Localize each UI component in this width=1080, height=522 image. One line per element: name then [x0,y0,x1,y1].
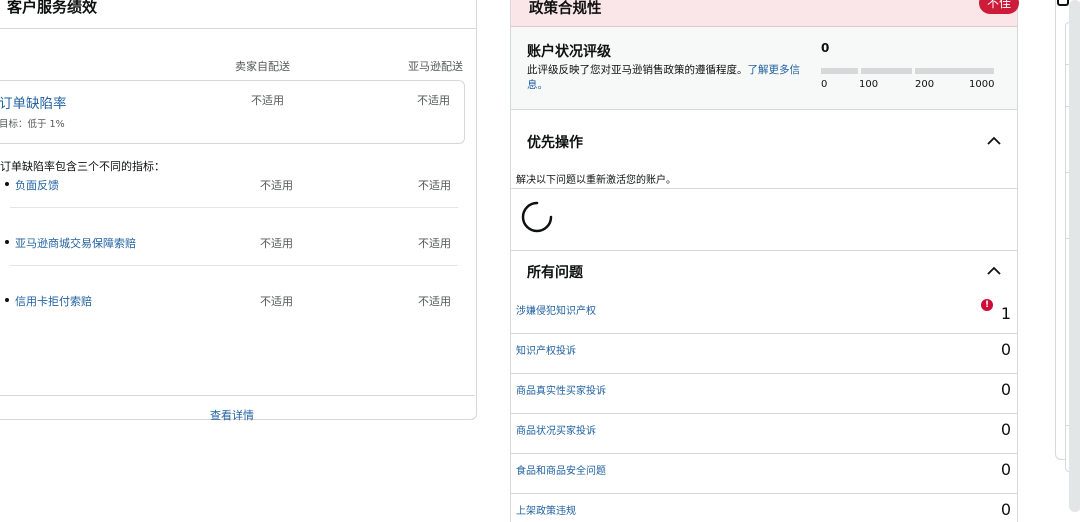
issue-label[interactable]: 商品真实性买家投诉 [516,382,606,397]
metric-seller-value: 不适用 [260,237,293,250]
metric-row: 亚马逊商城交易保障索赔 不适用 不适用 [0,235,460,293]
view-details-link[interactable]: 查看详情 [210,407,254,423]
policy-compliance-title: 政策合规性 [529,1,602,17]
issue-row-food-safety[interactable]: 食品和商品安全问题 0 [511,454,1017,494]
account-health-description: 此评级反映了您对亚马逊销售政策的遵循程度。了解更多信息。 [527,63,807,93]
all-issues-title: 所有问题 [527,265,583,281]
issue-label[interactable]: 食品和商品安全问题 [516,462,606,477]
rating-bar-segment [821,68,858,74]
bullet-icon [5,240,9,244]
section-divider [511,250,1017,251]
metric-amazon-value: 不适用 [418,237,451,250]
column-header-amazon-fulfilled: 亚马逊配送 [408,60,463,73]
customer-service-title: 客户服务绩效 [0,0,476,29]
chevron-up-icon[interactable] [985,264,1003,278]
issue-row-listing-policy[interactable]: 上架政策违规 0 [511,494,1017,522]
account-health-desc-text: 此评级反映了您对亚马逊销售政策的遵循程度。 [527,64,748,76]
metric-link-chargeback-claims[interactable]: 信用卡拒付索赔 [15,293,92,309]
priority-actions-description: 解决以下问题以重新激活您的账户。 [516,175,676,186]
odr-amazon-value: 不适用 [417,94,450,107]
issue-count: 0 [1000,340,1011,359]
issue-label[interactable]: 商品状况买家投诉 [516,422,596,437]
odr-intro-text: 订单缺陷率包含三个不同的指标： [0,160,165,173]
loading-spinner-icon [521,201,553,233]
vertical-scrollbar[interactable] [1069,0,1080,512]
card-footer-divider [0,395,475,396]
rating-tick-label: 100 [859,79,879,90]
rating-tick-label: 1000 [969,79,995,90]
bullet-icon [5,182,9,186]
status-badge: 不佳 [979,0,1020,14]
policy-compliance-header: 政策合规性 不佳 [511,0,1020,27]
metric-amazon-value: 不适用 [418,295,451,308]
odr-seller-value: 不适用 [251,94,284,107]
rating-bar-segment [915,68,994,74]
all-issues-header[interactable]: 所有问题 [511,252,1017,288]
panel-edge-icon [1057,0,1069,6]
metric-row: 信用卡拒付索赔 不适用 不适用 [0,293,460,351]
section-divider [511,188,1017,189]
issue-row-authenticity-complaints[interactable]: 商品真实性买家投诉 0 [511,374,1017,414]
issue-label[interactable]: 知识产权投诉 [516,342,576,357]
issue-row-ip-complaints[interactable]: 知识产权投诉 0 [511,334,1017,374]
alert-icon: ! [981,299,993,311]
rating-bar-segment [861,68,912,74]
priority-actions-title: 优先操作 [527,135,583,151]
order-defect-rate-box: 订单缺陷率 目标：低于 1% 不适用 不适用 [0,80,465,144]
issue-row-suspected-ip-violation[interactable]: 涉嫌侵犯知识产权 ! 1 [511,294,1017,334]
row-divider [10,207,458,208]
issue-label[interactable]: 上架政策违规 [516,502,576,517]
metric-link-negative-feedback[interactable]: 负面反馈 [15,177,59,193]
issue-row-condition-complaints[interactable]: 商品状况买家投诉 0 [511,414,1017,454]
metric-seller-value: 不适用 [260,295,293,308]
issue-count: 1 [1000,304,1011,323]
issue-count: 0 [1000,420,1011,439]
account-health-title: 账户状况评级 [527,44,611,60]
row-divider [10,265,458,266]
metric-amazon-value: 不适用 [418,179,451,192]
metric-row: 负面反馈 不适用 不适用 [0,177,460,235]
metric-link-a-to-z-claims[interactable]: 亚马逊商城交易保障索赔 [15,235,136,251]
order-defect-rate-target: 目标：低于 1% [0,119,65,130]
account-health-score: 0 [821,41,830,55]
rating-tick-label: 0 [821,79,828,90]
priority-actions-header[interactable]: 优先操作 [511,122,1017,158]
issue-count: 0 [1000,500,1011,519]
issue-count: 0 [1000,460,1011,479]
bullet-icon [5,298,9,302]
issue-count: 0 [1000,380,1011,399]
metric-seller-value: 不适用 [260,179,293,192]
policy-compliance-panel: 政策合规性 不佳 账户状况评级 此评级反映了您对亚马逊销售政策的遵循程度。了解更… [510,0,1020,522]
chevron-up-icon[interactable] [985,134,1003,148]
column-header-seller-fulfilled: 卖家自配送 [235,60,290,73]
rating-tick-label: 200 [915,79,935,90]
order-defect-rate-link[interactable]: 订单缺陷率 [0,92,67,112]
issue-label[interactable]: 涉嫌侵犯知识产权 [516,302,596,317]
account-health-rating: 账户状况评级 此评级反映了您对亚马逊销售政策的遵循程度。了解更多信息。 0 0 … [511,27,1017,110]
